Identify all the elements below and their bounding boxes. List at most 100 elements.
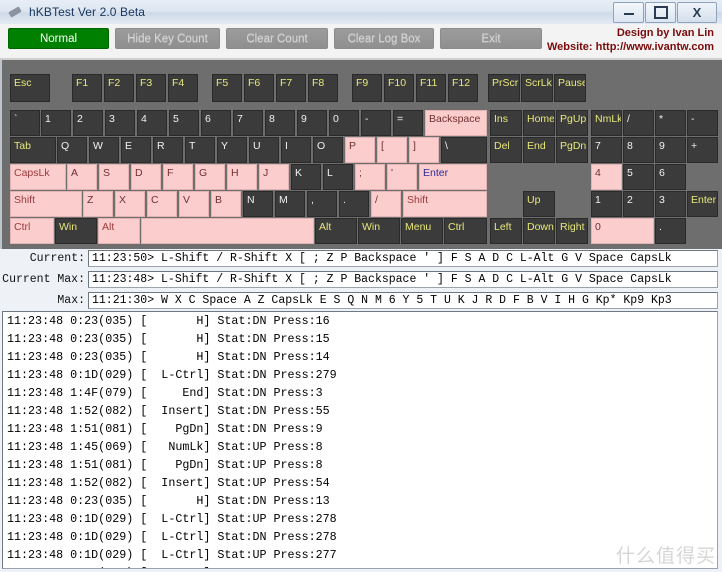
key-space[interactable]: +	[687, 137, 718, 163]
key-f5[interactable]: F5	[212, 74, 242, 102]
key-shift[interactable]: Shift	[10, 191, 82, 217]
key-c[interactable]: C	[147, 191, 177, 217]
key-f10[interactable]: F10	[384, 74, 414, 102]
key-pause[interactable]: Pause	[554, 74, 586, 102]
key-w[interactable]: W	[89, 137, 119, 163]
maximize-button[interactable]	[645, 2, 676, 23]
key-7[interactable]: 7	[233, 110, 263, 136]
key-9[interactable]: 9	[655, 137, 686, 163]
key-home[interactable]: Home	[523, 110, 555, 136]
key-6[interactable]: 6	[655, 164, 686, 190]
key-z[interactable]: Z	[83, 191, 113, 217]
key-win[interactable]: Win	[55, 218, 97, 244]
key-f3[interactable]: F3	[136, 74, 166, 102]
key-f9[interactable]: F9	[352, 74, 382, 102]
key-n[interactable]: N	[243, 191, 273, 217]
key-f11[interactable]: F11	[416, 74, 446, 102]
key-enter[interactable]: Enter	[419, 164, 487, 190]
key-q[interactable]: Q	[57, 137, 87, 163]
key-8[interactable]: 8	[265, 110, 295, 136]
key-space[interactable]: '	[387, 164, 417, 190]
key-ins[interactable]: Ins	[490, 110, 522, 136]
hide-key-count-button[interactable]: Hide Key Count	[115, 28, 220, 49]
key-p[interactable]: P	[345, 137, 375, 163]
key-nmlk[interactable]: NmLk	[591, 110, 622, 136]
key-space[interactable]: `	[10, 110, 40, 136]
key-f8[interactable]: F8	[308, 74, 338, 102]
close-button[interactable]: X	[677, 2, 717, 23]
key-0[interactable]: 0	[329, 110, 359, 136]
key-alt[interactable]: Alt	[315, 218, 357, 244]
key-capslk[interactable]: CapsLk	[10, 164, 66, 190]
key-6[interactable]: 6	[201, 110, 231, 136]
key-f[interactable]: F	[163, 164, 193, 190]
key-shift[interactable]: Shift	[403, 191, 487, 217]
key-space[interactable]: /	[623, 110, 654, 136]
key-space[interactable]: -	[361, 110, 391, 136]
key-space[interactable]: [	[377, 137, 407, 163]
key-f2[interactable]: F2	[104, 74, 134, 102]
key-space[interactable]: ;	[355, 164, 385, 190]
key-backspace[interactable]: Backspace	[425, 110, 487, 136]
key-8[interactable]: 8	[623, 137, 654, 163]
key-right[interactable]: Right	[556, 218, 588, 244]
key-9[interactable]: 9	[297, 110, 327, 136]
key-esc[interactable]: Esc	[10, 74, 50, 102]
key-f7[interactable]: F7	[276, 74, 306, 102]
key-3[interactable]: 3	[655, 191, 686, 217]
log-box[interactable]: 11:23:48 0:23(035) [ H] Stat:DN Press:16…	[2, 311, 718, 569]
key-e[interactable]: E	[121, 137, 151, 163]
key-menu[interactable]: Menu	[401, 218, 443, 244]
key-3[interactable]: 3	[105, 110, 135, 136]
key-4[interactable]: 4	[137, 110, 167, 136]
key-5[interactable]: 5	[169, 110, 199, 136]
key-win[interactable]: Win	[358, 218, 400, 244]
key-7[interactable]: 7	[591, 137, 622, 163]
key-o[interactable]: O	[313, 137, 343, 163]
key-f1[interactable]: F1	[72, 74, 102, 102]
key-prscr[interactable]: PrScr	[488, 74, 520, 102]
key-space[interactable]: \	[441, 137, 487, 163]
clear-log-box-button[interactable]: Clear Log Box	[334, 28, 434, 49]
key-end[interactable]: End	[523, 137, 555, 163]
key-t[interactable]: T	[185, 137, 215, 163]
key-u[interactable]: U	[249, 137, 279, 163]
key-d[interactable]: D	[131, 164, 161, 190]
key-x[interactable]: X	[115, 191, 145, 217]
key-down[interactable]: Down	[523, 218, 555, 244]
exit-button[interactable]: Exit	[440, 28, 542, 49]
key-space[interactable]	[141, 218, 314, 244]
key-r[interactable]: R	[153, 137, 183, 163]
key-scrlk[interactable]: ScrLk	[521, 74, 553, 102]
key-space[interactable]: .	[339, 191, 369, 217]
key-5[interactable]: 5	[623, 164, 654, 190]
key-left[interactable]: Left	[490, 218, 522, 244]
key-ctrl[interactable]: Ctrl	[10, 218, 54, 244]
clear-count-button[interactable]: Clear Count	[226, 28, 328, 49]
key-f12[interactable]: F12	[448, 74, 478, 102]
key-v[interactable]: V	[179, 191, 209, 217]
key-pgup[interactable]: PgUp	[556, 110, 588, 136]
normal-button[interactable]: Normal	[8, 28, 109, 49]
key-i[interactable]: I	[281, 137, 311, 163]
key-a[interactable]: A	[67, 164, 97, 190]
key-y[interactable]: Y	[217, 137, 247, 163]
minimize-button[interactable]	[613, 2, 644, 23]
key-pgdn[interactable]: PgDn	[556, 137, 588, 163]
key-enter[interactable]: Enter	[687, 191, 718, 217]
key-space[interactable]: .	[655, 218, 686, 244]
key-1[interactable]: 1	[591, 191, 622, 217]
key-space[interactable]: /	[371, 191, 401, 217]
key-k[interactable]: K	[291, 164, 321, 190]
key-b[interactable]: B	[211, 191, 241, 217]
key-s[interactable]: S	[99, 164, 129, 190]
key-1[interactable]: 1	[41, 110, 71, 136]
key-del[interactable]: Del	[490, 137, 522, 163]
key-m[interactable]: M	[275, 191, 305, 217]
key-alt[interactable]: Alt	[98, 218, 140, 244]
key-2[interactable]: 2	[73, 110, 103, 136]
key-4[interactable]: 4	[591, 164, 622, 190]
key-2[interactable]: 2	[623, 191, 654, 217]
key-space[interactable]: -	[687, 110, 718, 136]
key-l[interactable]: L	[323, 164, 353, 190]
